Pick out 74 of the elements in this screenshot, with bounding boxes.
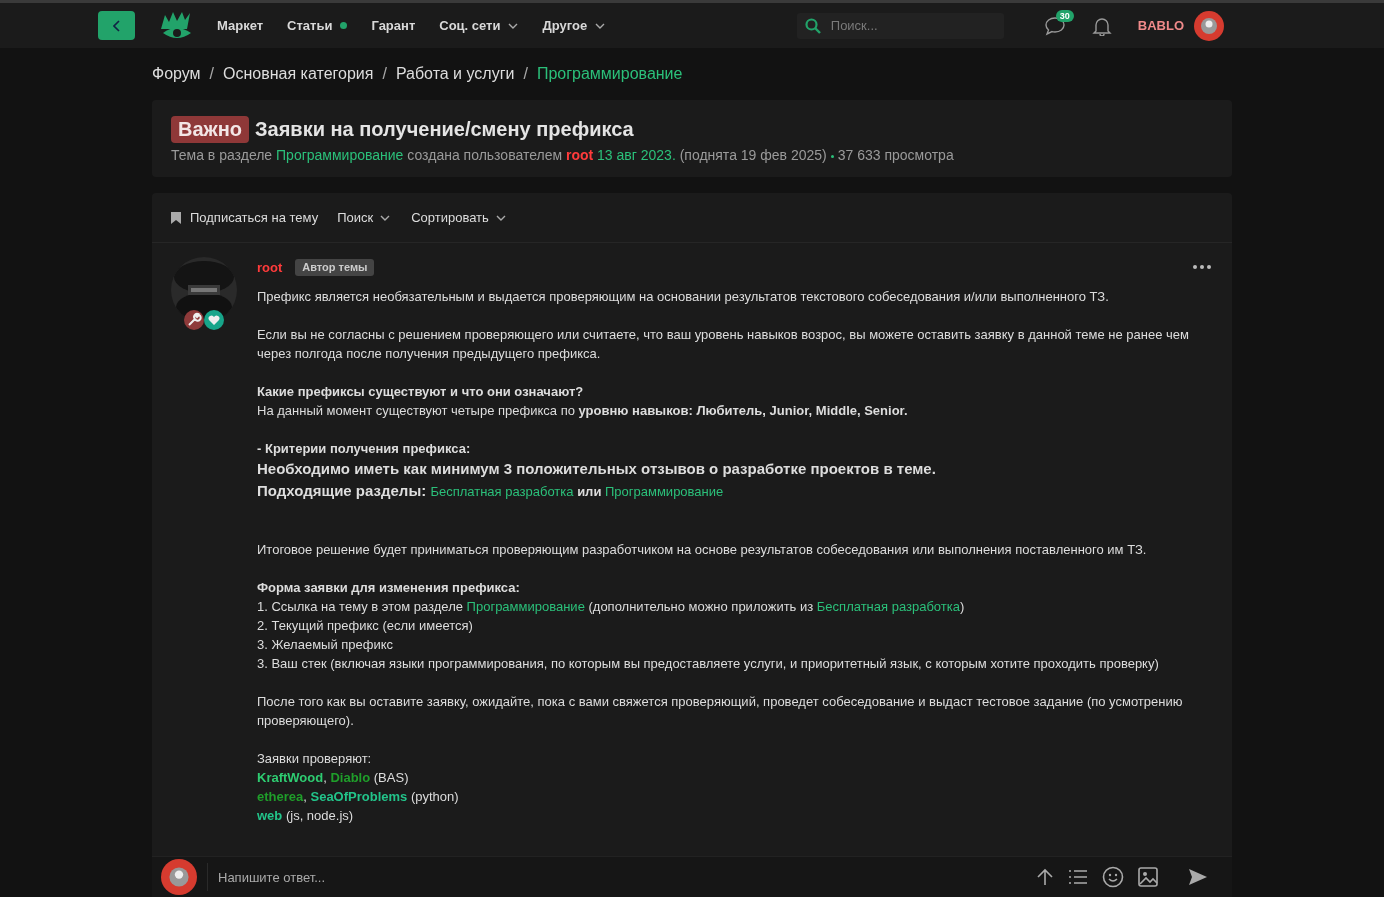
wrench-icon bbox=[183, 309, 205, 331]
username-link[interactable]: web bbox=[257, 808, 283, 823]
post-text-line: 1. Ссылка на тему в этом разделе Программирование (дополнительно можно приложить из Бесплатная разработка) bbox=[257, 598, 966, 616]
smiley-icon[interactable] bbox=[1102, 866, 1124, 888]
breadcrumb-link[interactable]: Основная категория bbox=[223, 65, 374, 83]
post-text-line: 2. Текущий префикс (если имеется) bbox=[257, 617, 474, 635]
post-text-line: Итоговое решение будет приниматься проверяющим разработчиком на основе результатов собеседования или выполнения поставленного им ТЗ. bbox=[257, 541, 1148, 559]
chevron-left-icon bbox=[112, 19, 121, 32]
link[interactable]: Программирование bbox=[466, 599, 585, 614]
author-badge: Автор темы bbox=[295, 258, 375, 276]
nav-link[interactable]: Статьи bbox=[287, 18, 348, 33]
post-text-line: 3. Ваш стек (включая языки программирования, по которым вы предоставляете услуги, и приоритетный язык, с которым хотите проходить проверку) bbox=[257, 655, 1160, 673]
breadcrumb-link[interactable]: Работа и услуги bbox=[395, 65, 515, 83]
more-options-icon[interactable] bbox=[1192, 264, 1212, 270]
author-name[interactable]: root bbox=[257, 257, 283, 277]
breadcrumb-link[interactable]: Программирование bbox=[536, 65, 683, 83]
post-text-line: etherea, SeaOfProblems (python) bbox=[257, 788, 460, 806]
nav-link[interactable]: Соц. сети bbox=[439, 18, 519, 33]
post-text-line: 3. Желаемый префикс bbox=[257, 636, 395, 654]
toolbar-button[interactable]: Поиск bbox=[337, 210, 393, 225]
reply-field[interactable]: Напишите ответ... bbox=[207, 863, 1036, 891]
chevron-down-icon bbox=[595, 22, 606, 29]
arrow-up-icon[interactable] bbox=[1036, 868, 1054, 886]
post-text-line: Какие префиксы существуют и что они означают? bbox=[257, 383, 585, 401]
link[interactable]: Программирование bbox=[605, 484, 724, 499]
topic-title: Заявки на получение/смену префикса bbox=[255, 118, 634, 141]
post-text-line: На данный момент существуют четыре префикса по уровню навыков: Любитель, Junior, Middle, Senior. bbox=[257, 402, 909, 420]
link[interactable]: Бесплатная разработка bbox=[816, 599, 960, 614]
post-text-line: Форма заявки для изменения префикса: bbox=[257, 579, 521, 597]
post-text-line: - Критерии получения префикса: bbox=[257, 440, 472, 458]
chevron-down-icon bbox=[495, 214, 506, 221]
separator-dot bbox=[830, 154, 834, 158]
post-text-line: Необходимо иметь как минимум 3 положительных отзывов о разработке проектов в теме. bbox=[257, 459, 937, 479]
chevron-down-icon bbox=[508, 22, 519, 29]
username-link[interactable]: SeaOfProblems bbox=[310, 789, 408, 804]
toolbar-button[interactable]: Подписаться на тему bbox=[171, 210, 319, 225]
username-link[interactable]: Diablo bbox=[330, 770, 371, 785]
back-button[interactable] bbox=[98, 11, 135, 40]
image-icon[interactable] bbox=[1138, 867, 1158, 887]
post-text-line: Заявки проверяют: bbox=[257, 750, 373, 768]
bookmark-icon bbox=[171, 211, 181, 224]
link[interactable]: 13 авг 2023. bbox=[593, 147, 676, 163]
post-text-line: Подходящие разделы: Бесплатная разработка или Программирование bbox=[257, 481, 725, 501]
topic-meta: Тема в разделе Программирование создана пользователем root 13 авг 2023. (поднята 19 фев 2025) bbox=[171, 147, 827, 163]
username-link[interactable]: BABLO bbox=[1137, 18, 1184, 33]
breadcrumb-separator: / bbox=[382, 65, 387, 83]
avatar-icon bbox=[161, 859, 197, 895]
link[interactable]: Бесплатная разработка bbox=[430, 484, 574, 499]
notification-badge: 30 bbox=[1055, 9, 1074, 22]
status-dot bbox=[340, 22, 348, 29]
nav-link[interactable]: Гарант bbox=[371, 18, 416, 33]
chevron-down-icon bbox=[380, 214, 391, 221]
search-field[interactable]: Поиск... bbox=[796, 12, 1004, 39]
reply-box[interactable]: Напишите ответ... bbox=[152, 856, 1232, 897]
eye-logo[interactable] bbox=[159, 10, 193, 41]
nav-link[interactable]: Маркет bbox=[217, 18, 264, 33]
username-link[interactable]: root bbox=[565, 147, 594, 163]
post-text-line: web (js, node.js) bbox=[257, 807, 355, 825]
view-count: 37 633 просмотра bbox=[837, 147, 954, 163]
prefix-label: Важно bbox=[171, 116, 250, 143]
avatar-icon[interactable] bbox=[1194, 10, 1224, 41]
nav-link[interactable]: Другое bbox=[542, 18, 606, 33]
post-text-line: KraftWood, Diablo (BAS) bbox=[257, 769, 410, 787]
link[interactable]: Программирование bbox=[276, 147, 404, 163]
post-text-line: После того как вы оставите заявку, ожидайте, пока с вами свяжется проверяющий, проведет собеседование и выдаст тестовое задание (по усмотрению проверяющего). bbox=[257, 693, 1184, 730]
post-text-line: Если вы не согласны с решением проверяющего или считаете, что ваш уровень навыков возрос, вы можете оставить заявку в данной теме не ранее чем через полгода после получения предыдущего префикса. bbox=[257, 326, 1190, 363]
bell-icon[interactable] bbox=[1091, 15, 1112, 36]
breadcrumb-separator: / bbox=[209, 65, 215, 83]
send-icon[interactable] bbox=[1188, 868, 1208, 886]
breadcrumb-separator: / bbox=[523, 65, 528, 83]
toolbar-button[interactable]: Сортировать bbox=[411, 210, 508, 225]
post-text-line: Префикс является необязательным и выдается проверяющим на основании результатов текстового собеседования и/или выполненного ТЗ. bbox=[257, 288, 1110, 306]
list-icon[interactable] bbox=[1068, 869, 1088, 885]
breadcrumb-link[interactable]: Форум bbox=[152, 65, 201, 83]
